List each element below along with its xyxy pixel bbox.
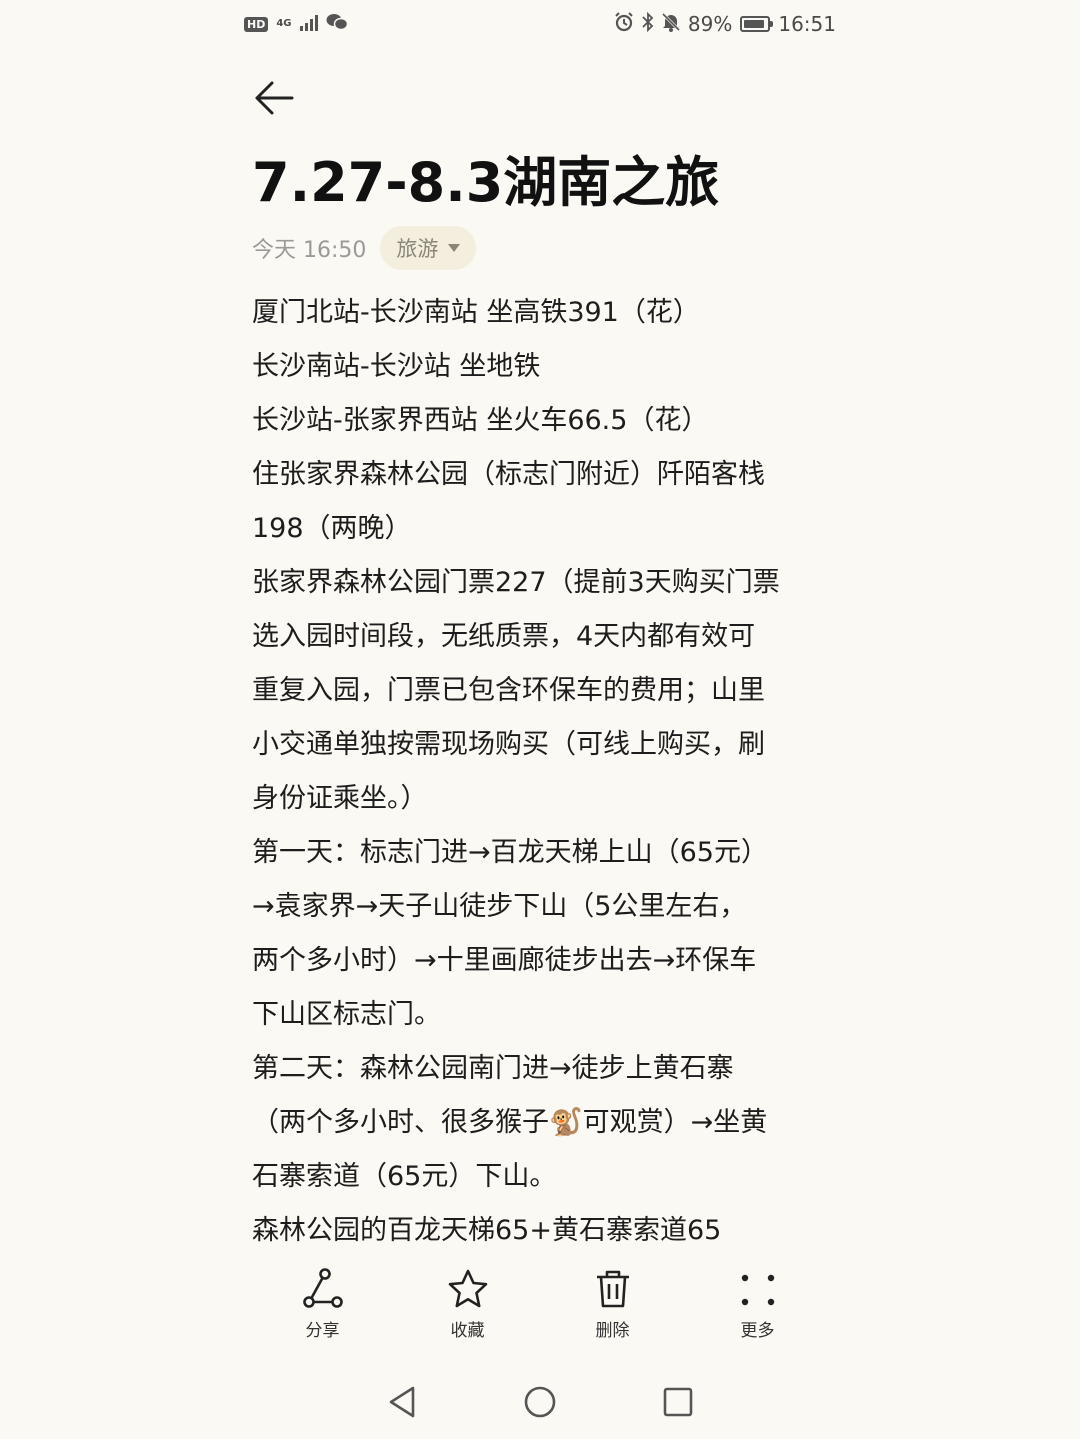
- alarm-icon: [614, 11, 634, 37]
- battery-fill: [744, 20, 765, 28]
- more-label: 更多: [740, 1321, 775, 1341]
- note-line: 长沙站-张家界西站 坐火车66.5（花）: [252, 405, 709, 436]
- nav-recent-square-icon: [663, 1387, 693, 1417]
- share-icon: [302, 1268, 343, 1308]
- note-line: 第一天：标志门进→百龙天梯上山（65元）: [252, 837, 768, 868]
- note-line: 长沙南站-长沙站 坐地铁: [252, 351, 541, 382]
- note-line: 两个多小时）→十里画廊徒步出去→环保车: [252, 945, 757, 976]
- delete-button[interactable]: 删除: [540, 1268, 685, 1358]
- note-line: 重复入园，门票已包含环保车的费用；山里: [252, 675, 765, 706]
- status-time: 16:51: [778, 12, 836, 36]
- more-dots-icon: [741, 1274, 774, 1306]
- category-label: 旅游: [396, 237, 439, 261]
- caret-down-icon: [448, 244, 461, 252]
- status-bar: HD 4G 89% 16:51: [244, 8, 836, 40]
- note-line: 石寨索道（65元）下山。: [252, 1161, 557, 1192]
- mute-bell-icon: [661, 12, 680, 37]
- hd-badge: HD: [244, 16, 269, 32]
- bluetooth-icon: [642, 11, 654, 37]
- note-title[interactable]: 7.27-8.3湖南之旅: [252, 150, 719, 216]
- delete-label: 删除: [595, 1321, 630, 1341]
- note-line: 小交通单独按需现场购买（可线上购买，刷: [252, 729, 765, 760]
- category-dropdown[interactable]: 旅游: [380, 226, 477, 270]
- note-line: 张家界森林公园门票227（提前3天购买门票: [252, 567, 780, 598]
- note-line: →袁家界→天子山徒步下山（5公里左右，: [252, 891, 747, 922]
- share-button[interactable]: 分享: [250, 1268, 395, 1358]
- note-date: 今天 16:50: [252, 238, 367, 263]
- wechat-icon: [326, 12, 348, 36]
- note-line: 198（两晚）: [252, 513, 412, 544]
- note-line: 森林公园的百龙天梯65+黄石寨索道65: [252, 1215, 722, 1246]
- battery-icon: [740, 16, 774, 32]
- favorite-button[interactable]: 收藏: [395, 1268, 540, 1358]
- nav-recent-button[interactable]: [656, 1380, 700, 1424]
- favorite-label: 收藏: [450, 1321, 485, 1341]
- system-nav-bar: [380, 1380, 700, 1424]
- note-line: 选入园时间段，无纸质票，4天内都有效可: [252, 621, 756, 652]
- status-left: HD 4G: [244, 12, 348, 36]
- network-type: 4G: [276, 18, 292, 29]
- note-line: 下山区标志门。: [252, 999, 441, 1030]
- note-content[interactable]: 厦门北站-长沙南站 坐高铁391（花） 长沙南站-长沙站 坐地铁长沙站-张家界西站…: [252, 286, 828, 1258]
- note-line: 身份证乘坐。）: [252, 783, 428, 814]
- battery-percent: 89%: [687, 12, 733, 36]
- note-line: 住张家界森林公园（标志门附近）阡陌客栈: [252, 459, 765, 490]
- nav-home-circle-icon: [524, 1386, 556, 1418]
- nav-back-button[interactable]: [380, 1380, 424, 1424]
- back-button[interactable]: [252, 76, 296, 120]
- note-meta: 今天 16:50 旅游: [252, 226, 477, 270]
- notes-app-screen: HD 4G 89% 16:51 7.27-8.3湖南之旅 今天 16:50 旅游…: [0, 0, 1080, 1439]
- note-line: 第二天：森林公园南门进→徒步上黄石寨: [252, 1053, 734, 1084]
- share-label: 分享: [305, 1321, 340, 1341]
- note-line: （两个多小时、很多猴子🐒可观赏）→坐黄: [252, 1107, 768, 1138]
- note-line: 厦门北站-长沙南站 坐高铁391（花）: [252, 297, 700, 328]
- signal-icon: [299, 12, 318, 36]
- nav-back-triangle-icon: [389, 1386, 415, 1418]
- bottom-toolbar: 分享 收藏 删除 更多: [250, 1268, 830, 1358]
- back-arrow-icon: [255, 81, 294, 115]
- star-icon: [448, 1269, 487, 1308]
- trash-icon: [596, 1270, 629, 1308]
- more-button[interactable]: 更多: [685, 1268, 830, 1358]
- status-right: 89% 16:51: [614, 11, 836, 37]
- nav-home-button[interactable]: [518, 1380, 562, 1424]
